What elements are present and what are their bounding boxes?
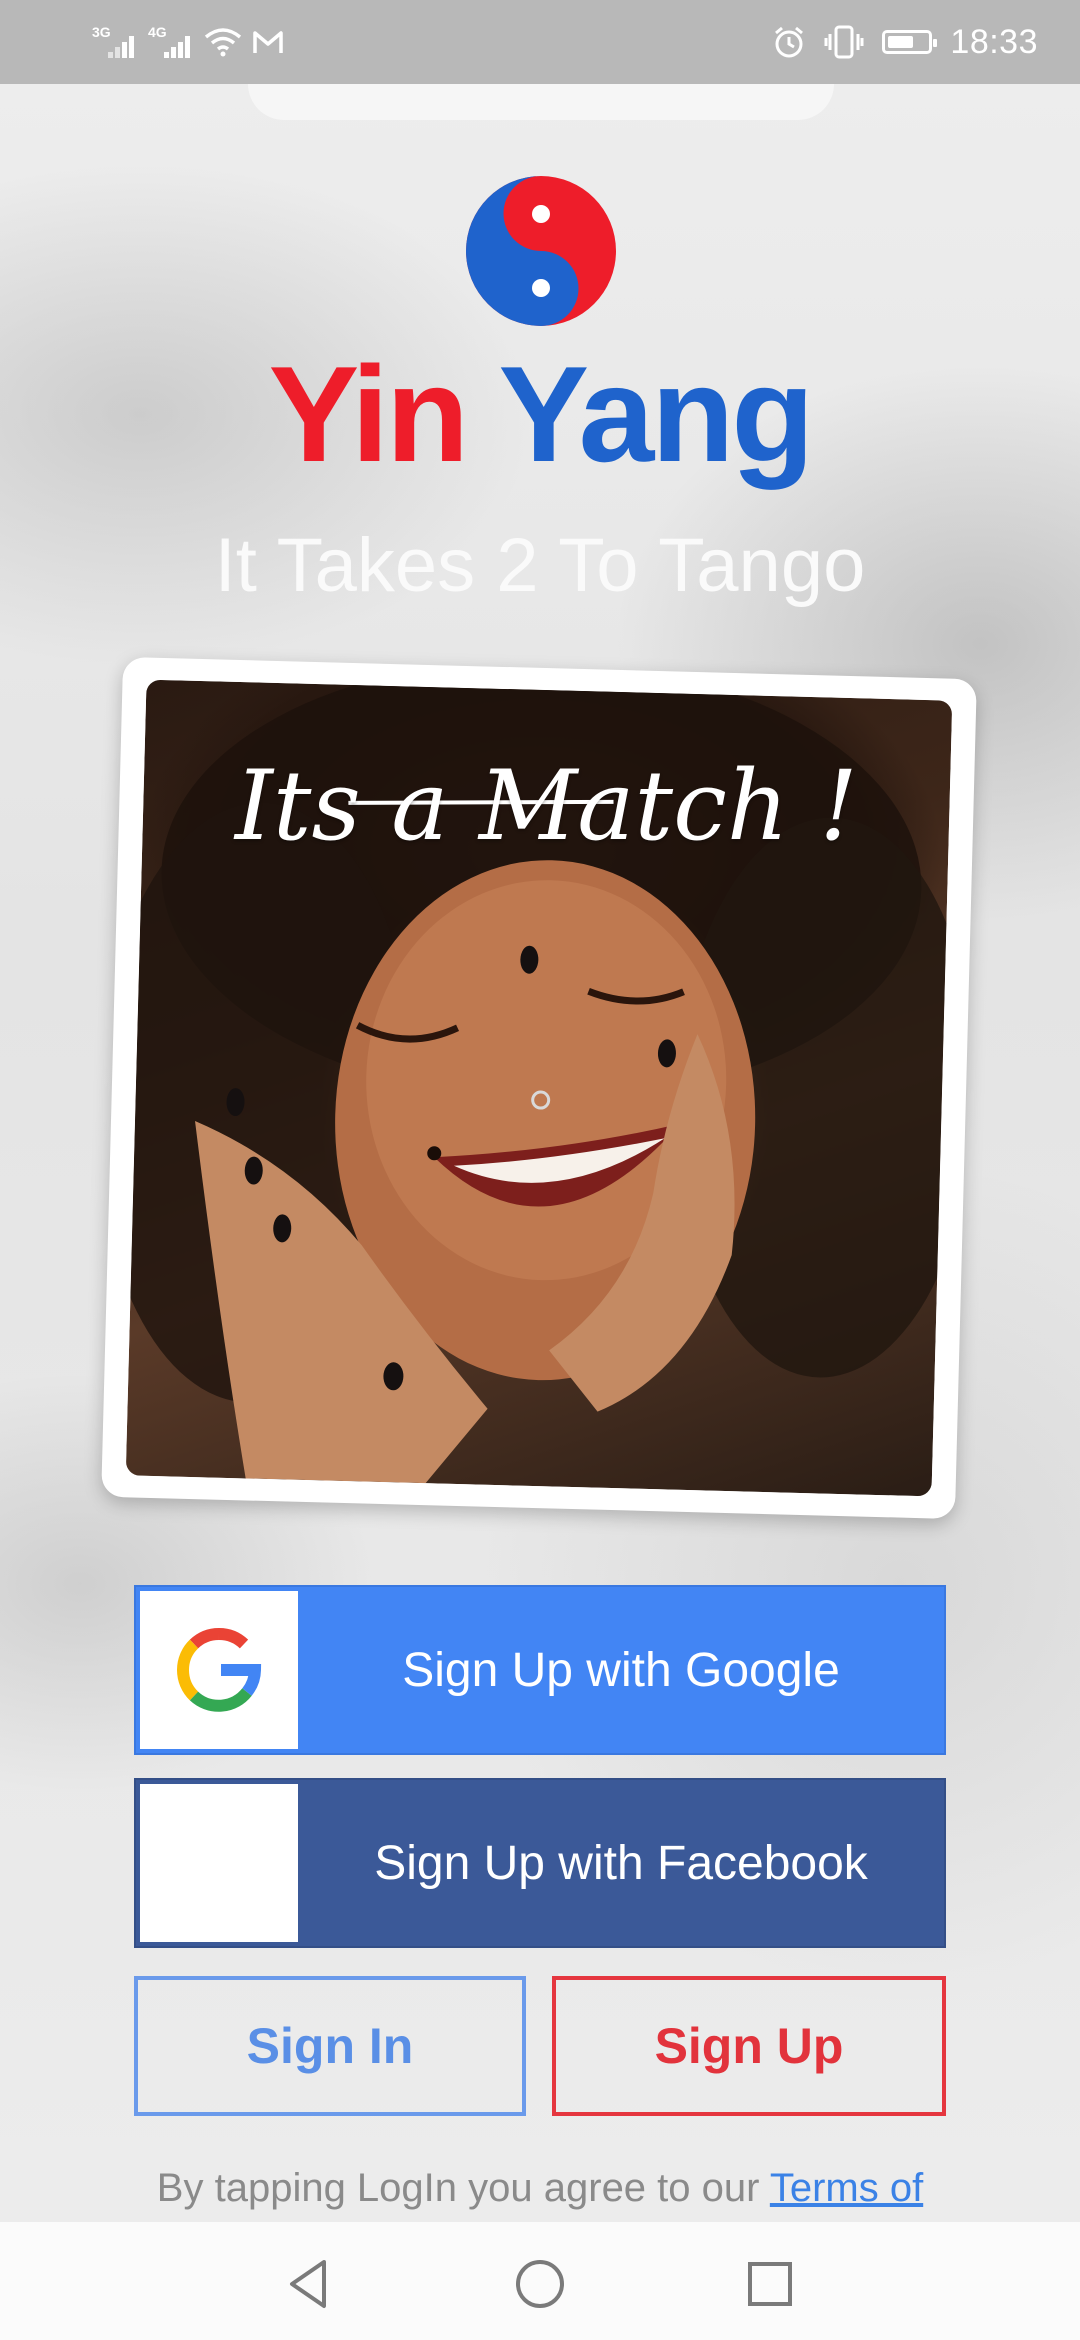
legal-text-prefix: By tapping LogIn you agree to our bbox=[156, 2166, 770, 2210]
status-bar: 3G 4G 18:33 bbox=[0, 0, 1080, 84]
status-time: 18:33 bbox=[950, 22, 1038, 61]
gmail-icon bbox=[253, 31, 283, 53]
facebook-icon-box bbox=[140, 1784, 298, 1942]
logo-word-yin: Yin bbox=[268, 338, 470, 490]
status-left-icons: 3G 4G bbox=[92, 22, 284, 62]
yin-yang-logo-icon bbox=[466, 176, 616, 326]
wifi-icon bbox=[204, 28, 242, 57]
navigation-bar bbox=[0, 2222, 1080, 2340]
legal-text: By tapping LogIn you agree to our Terms … bbox=[0, 2160, 1080, 2216]
status-right-icons: 18:33 bbox=[772, 20, 1038, 64]
match-photo-card: Its a Match ! bbox=[101, 656, 977, 1520]
facebook-signup-button[interactable]: Sign Up with Facebook bbox=[134, 1778, 946, 1948]
alarm-icon bbox=[775, 26, 804, 58]
top-notch bbox=[248, 84, 834, 120]
sign-up-button[interactable]: Sign Up bbox=[552, 1976, 946, 2116]
logo-word-yang: Yang bbox=[498, 338, 814, 490]
google-icon bbox=[176, 1627, 262, 1712]
signal-icon: 3G bbox=[92, 24, 138, 60]
signal-icon: 4G bbox=[148, 24, 194, 60]
google-button-label: Sign Up with Google bbox=[402, 1643, 840, 1697]
match-title: Its a Match ! bbox=[234, 750, 858, 863]
network-type-label: 3G bbox=[92, 24, 111, 40]
terms-link[interactable]: Terms of bbox=[770, 2166, 923, 2210]
recents-icon[interactable] bbox=[740, 2256, 800, 2312]
google-icon-box bbox=[140, 1591, 298, 1749]
home-icon[interactable] bbox=[510, 2256, 570, 2312]
network-type-label: 4G bbox=[148, 24, 167, 40]
sign-in-button[interactable]: Sign In bbox=[134, 1976, 526, 2116]
battery-icon bbox=[882, 30, 938, 54]
tagline: It Takes 2 To Tango bbox=[214, 523, 866, 608]
match-photo: Its a Match ! bbox=[125, 679, 953, 1497]
facebook-button-label: Sign Up with Facebook bbox=[374, 1836, 868, 1890]
back-icon[interactable] bbox=[280, 2256, 340, 2312]
google-signup-button[interactable]: Sign Up with Google bbox=[134, 1585, 946, 1755]
app-logo-text: Yin Yang bbox=[0, 346, 1080, 482]
vibrate-icon bbox=[824, 25, 864, 59]
